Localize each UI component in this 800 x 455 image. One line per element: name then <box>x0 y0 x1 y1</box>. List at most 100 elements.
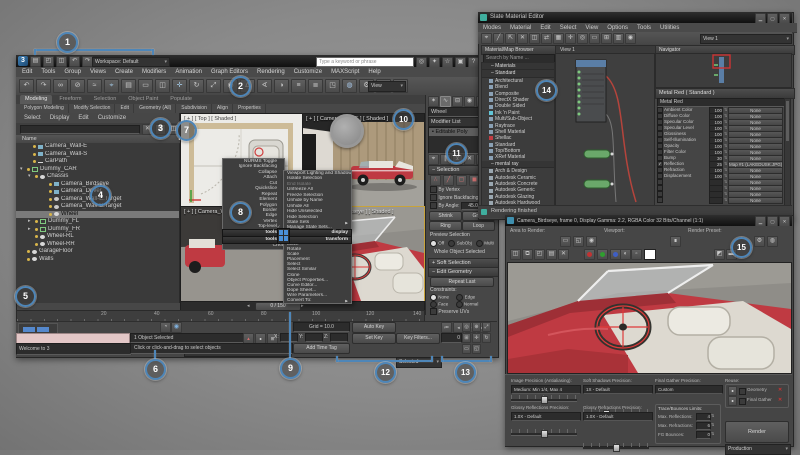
visibility-toggle-icon[interactable] <box>49 183 52 186</box>
minimize-icon[interactable]: ▁ <box>755 13 766 23</box>
mirror-icon[interactable]: ◑ <box>274 79 289 93</box>
edit-region-icon[interactable]: ▭ <box>560 236 571 247</box>
select-link-icon[interactable]: ∞ <box>53 79 68 93</box>
visibility-toggle-icon[interactable] <box>33 160 36 163</box>
minimize-icon[interactable]: ▁ <box>755 216 766 226</box>
menu-item[interactable]: Views <box>90 69 106 75</box>
lock-final-gather-icon[interactable]: ∎ <box>728 396 737 406</box>
menu-item[interactable]: Group <box>64 69 81 75</box>
green-channel-icon[interactable] <box>597 249 608 260</box>
visibility-toggle-icon[interactable] <box>35 243 38 246</box>
auto-key-button[interactable]: Auto Key <box>352 322 396 333</box>
tree-item[interactable]: Wheel-RR <box>16 241 179 249</box>
ribbon-tab[interactable]: Populate <box>165 95 197 104</box>
clear-final-gather-icon[interactable]: ✕ <box>778 397 782 403</box>
navigator-canvas[interactable] <box>655 53 792 88</box>
copy-image-icon[interactable]: ⧉ <box>522 249 533 260</box>
select-scale-icon[interactable]: ⤢ <box>206 79 221 93</box>
color-correction-icon[interactable]: ◩ <box>714 249 725 260</box>
visibility-toggle-icon[interactable] <box>33 145 36 148</box>
search-icon[interactable]: ◎ <box>416 57 427 67</box>
select-rotate-icon[interactable]: ↻ <box>189 79 204 93</box>
hierarchy-tab-icon[interactable]: ⊟ <box>452 96 463 107</box>
put-to-library-icon[interactable]: ⇱ <box>505 33 516 44</box>
menu-item[interactable]: Edit <box>540 25 550 31</box>
constraint-face-radio[interactable] <box>430 301 437 308</box>
reuse-final-gather-checkbox[interactable] <box>739 398 746 405</box>
select-by-name-icon[interactable]: ▤ <box>121 79 136 93</box>
zoom-extents-icon[interactable]: ⤢ <box>482 322 491 332</box>
viewcube[interactable] <box>330 114 364 148</box>
ribbon-tab[interactable]: Modeling <box>20 95 52 104</box>
alpha-channel-icon[interactable]: ▫ <box>631 249 642 260</box>
add-time-tag-button[interactable]: Add Time Tag <box>293 343 350 354</box>
constraint-normal-radio[interactable] <box>456 301 463 308</box>
move-children-icon[interactable]: ⇄ <box>541 33 552 44</box>
expand-arrow-icon[interactable]: ▸ <box>28 218 33 226</box>
print-image-icon[interactable]: ▤ <box>546 249 557 260</box>
ribbon-subtab[interactable]: Polygon Modeling <box>20 104 69 113</box>
layer-manager-icon[interactable]: ≣ <box>308 79 323 93</box>
menu-item[interactable]: Modes <box>483 25 501 31</box>
coord-y-field[interactable] <box>305 333 323 342</box>
select-tool-icon[interactable]: ⌖ <box>481 33 492 44</box>
layout-all-icon[interactable]: ⊞ <box>601 33 612 44</box>
user-account-icon[interactable]: ◉ <box>171 322 182 333</box>
menu-item[interactable]: Tools <box>637 25 651 31</box>
tree-item[interactable]: Wheel-RL <box>16 233 179 241</box>
ribbon-subtab[interactable]: Align <box>213 104 233 113</box>
visibility-toggle-icon[interactable] <box>49 213 52 216</box>
rfw-titlebar[interactable]: Camera_Birdseye, frame 0, Display Gamma:… <box>505 215 792 226</box>
coord-z-field[interactable] <box>330 333 348 342</box>
border-mode-icon[interactable]: ▢ <box>456 175 467 186</box>
material-name-field[interactable]: Metal Red <box>657 98 785 107</box>
explorer-search-input[interactable] <box>20 125 140 134</box>
tree-item[interactable]: ▾ Chassis <box>16 173 179 181</box>
render-setup-icon[interactable]: ⚙ <box>754 236 765 247</box>
pan-view-icon[interactable]: ✛ <box>565 33 576 44</box>
visibility-toggle-icon[interactable] <box>35 175 38 178</box>
visibility-toggle-icon[interactable] <box>49 198 52 201</box>
node-view-canvas[interactable] <box>555 53 655 206</box>
ring-button[interactable]: Ring <box>429 221 462 231</box>
current-frame-field[interactable]: 0 <box>441 333 462 343</box>
zoom-all-icon[interactable]: ⊕ <box>472 322 481 332</box>
rendered-image[interactable] <box>507 262 792 374</box>
fg-bounces-field[interactable]: 0 <box>696 431 711 439</box>
create-tab-icon[interactable]: ✶ <box>428 96 439 107</box>
prev-key-arrow[interactable]: ◂ <box>247 303 250 309</box>
glossy-reflections-slider[interactable] <box>511 429 577 436</box>
hide-unused-slots-icon[interactable]: ◫ <box>529 33 540 44</box>
maximize-icon[interactable]: ▢ <box>767 13 778 23</box>
modify-tab-icon[interactable]: ∿ <box>440 96 451 107</box>
sign-in-icon[interactable]: ▣ <box>455 57 466 67</box>
explorer-menu-item[interactable]: Display <box>50 115 70 121</box>
pick-material-icon[interactable]: ╱ <box>493 33 504 44</box>
environment-icon[interactable]: ◍ <box>767 236 778 247</box>
menu-item[interactable]: Customize <box>294 69 322 75</box>
menu-item[interactable]: Utilities <box>660 25 679 31</box>
visibility-toggle-icon[interactable] <box>27 168 30 171</box>
bind-spacewarp-icon[interactable]: ≈ <box>87 79 102 93</box>
menu-item[interactable]: Create <box>115 69 133 75</box>
lock-to-viewport-icon[interactable]: ◉ <box>586 236 597 247</box>
auto-region-icon[interactable]: ◱ <box>573 236 584 247</box>
tree-item[interactable]: Walls <box>16 256 179 264</box>
view-selector-dropdown[interactable]: View 1 <box>700 34 792 44</box>
unlink-icon[interactable]: ⊘ <box>70 79 85 93</box>
angle-value-field[interactable]: 45.0 <box>461 202 479 210</box>
constraint-edge-radio[interactable] <box>456 294 463 301</box>
clear-geometry-icon[interactable]: ✕ <box>778 387 782 393</box>
tree-item[interactable]: ▸ Dummy_FL <box>16 218 179 226</box>
close-icon[interactable]: ✕ <box>779 216 790 226</box>
menu-item[interactable]: Modifiers <box>142 69 166 75</box>
preview-subobj-radio[interactable] <box>448 240 455 247</box>
material-preview-icon[interactable]: ◉ <box>625 33 636 44</box>
shrink-button[interactable]: Shrink <box>429 211 462 221</box>
animate-selection-dropdown[interactable]: Selected <box>396 357 442 368</box>
material-editor-icon[interactable]: ◍ <box>342 79 357 93</box>
expand-arrow-icon[interactable]: ▾ <box>28 173 33 181</box>
visibility-toggle-icon[interactable] <box>35 235 38 238</box>
menu-item[interactable]: Options <box>607 25 628 31</box>
maximize-icon[interactable]: ▢ <box>767 216 778 226</box>
